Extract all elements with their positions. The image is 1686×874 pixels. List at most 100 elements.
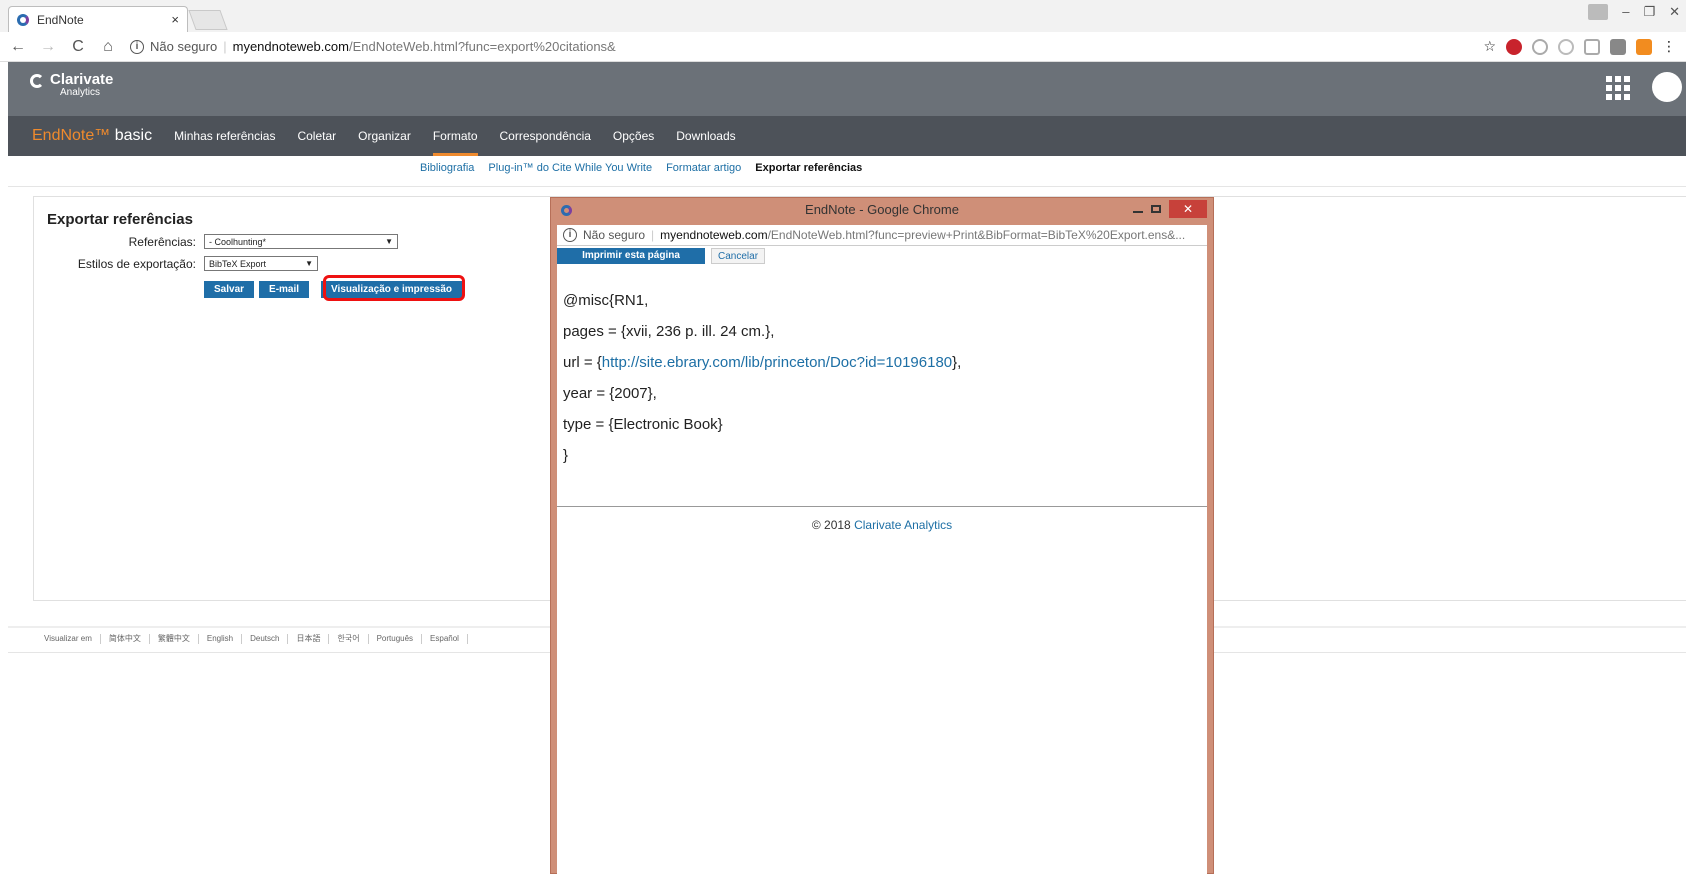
dropdown-arrow-icon: ▼ xyxy=(305,259,313,268)
popup-actions: Imprimir esta página Cancelar xyxy=(557,246,1207,264)
clarivate-logo[interactable]: Clarivate Analytics xyxy=(30,72,113,98)
address-bar[interactable]: i Não seguro | myendnoteweb.com/EndNoteW… xyxy=(130,39,1469,54)
export-style-value: BibTeX Export xyxy=(209,258,267,269)
clarivate-mark-icon xyxy=(30,74,44,88)
popup-window-controls: ✕ xyxy=(1133,200,1207,218)
extension-circle-icon[interactable] xyxy=(1532,38,1548,55)
cancel-button[interactable]: Cancelar xyxy=(711,248,766,264)
nav-format[interactable]: Formato xyxy=(432,116,478,156)
divider xyxy=(8,186,1686,187)
chrome-menu-icon[interactable]: ⋮ xyxy=(1662,38,1676,55)
language-link[interactable]: 繁體中文 xyxy=(158,633,190,644)
clarivate-link[interactable]: Clarivate Analytics xyxy=(854,518,952,532)
bibtex-line: pages = {xvii, 236 p. ill. 24 cm.}, xyxy=(563,323,775,340)
endnote-favicon-icon xyxy=(17,13,29,26)
popup-url-host: myendnoteweb.com xyxy=(660,228,768,242)
highlight-annotation xyxy=(323,275,465,301)
window-controls: – ❐ ✕ xyxy=(1588,4,1680,20)
popup-content: i Não seguro | myendnoteweb.com/EndNoteW… xyxy=(557,225,1207,874)
divider: | xyxy=(651,228,655,242)
bibtex-line: year = {2007}, xyxy=(563,385,657,402)
nav-collect[interactable]: Coletar xyxy=(297,116,336,156)
subnav-cwyw-plugin[interactable]: Plug-in™ do Cite While You Write xyxy=(488,162,652,174)
popup-url-path: /EndNoteWeb.html?func=preview+Print&BibF… xyxy=(767,228,1186,242)
extension-icons: ☆ ⋮ xyxy=(1483,38,1676,55)
security-label: Não seguro xyxy=(150,39,218,54)
extension-orange-icon[interactable] xyxy=(1636,38,1652,55)
new-tab-button[interactable] xyxy=(188,10,228,30)
browser-toolbar: ← → C ⌂ i Não seguro | myendnoteweb.com /… xyxy=(0,32,1686,62)
page-title: Exportar referências xyxy=(47,211,193,228)
copyright-text: © 2018 xyxy=(811,518,855,532)
endnote-edition: basic xyxy=(110,127,153,144)
nav-my-references[interactable]: Minhas referências xyxy=(174,116,275,156)
language-footer: Visualizar em 简体中文 繁體中文 English Deutsch … xyxy=(44,633,468,644)
url-path: /EndNoteWeb.html?func=export%20citations… xyxy=(348,39,616,54)
print-page-button[interactable]: Imprimir esta página xyxy=(557,248,705,264)
bibtex-url-suffix: }, xyxy=(952,354,962,371)
extension-flag-icon[interactable] xyxy=(1610,38,1626,55)
language-link[interactable]: Deutsch xyxy=(250,634,279,643)
pinterest-icon[interactable] xyxy=(1506,38,1522,55)
profile-icon[interactable] xyxy=(1588,4,1609,20)
popup-security-label: Não seguro xyxy=(583,228,646,242)
bibtex-url-link[interactable]: http://site.ebrary.com/lib/princeton/Doc… xyxy=(602,354,952,371)
subnav-format-paper[interactable]: Formatar artigo xyxy=(666,162,741,174)
close-window-icon[interactable]: ✕ xyxy=(1669,4,1680,20)
endnote-brand[interactable]: EndNote™ basic xyxy=(32,127,152,145)
info-icon[interactable]: i xyxy=(130,39,144,54)
brand-sub: Analytics xyxy=(60,87,101,98)
language-link[interactable]: 日本語 xyxy=(296,633,320,644)
tab-close-icon[interactable]: × xyxy=(171,12,179,27)
browser-tab[interactable]: EndNote × xyxy=(8,6,188,32)
extension-page-icon[interactable] xyxy=(1584,38,1600,55)
user-avatar-icon[interactable] xyxy=(1652,72,1682,102)
language-link[interactable]: Español xyxy=(430,634,459,643)
references-select[interactable]: - Coolhunting* ▼ xyxy=(204,234,398,249)
bibtex-line: } xyxy=(563,447,569,464)
popup-title: EndNote - Google Chrome xyxy=(805,202,959,217)
subnav-export-references[interactable]: Exportar referências xyxy=(755,162,862,174)
nav-match[interactable]: Correspondência xyxy=(500,116,591,156)
back-icon[interactable]: ← xyxy=(10,38,26,56)
nav-downloads[interactable]: Downloads xyxy=(676,116,735,156)
tab-title: EndNote xyxy=(37,12,84,27)
divider: | xyxy=(223,39,227,54)
reload-icon[interactable]: C xyxy=(70,38,86,56)
popup-close-icon[interactable]: ✕ xyxy=(1169,200,1207,218)
save-button[interactable]: Salvar xyxy=(204,281,255,298)
language-link[interactable]: Português xyxy=(377,634,413,643)
minimize-icon[interactable]: – xyxy=(1622,4,1629,20)
copyright: © 2018 Clarivate Analytics xyxy=(557,518,1207,532)
forward-icon[interactable]: → xyxy=(40,38,56,56)
endnote-logo-text: EndNote™ xyxy=(32,127,111,144)
nav-organize[interactable]: Organizar xyxy=(358,116,411,156)
email-button[interactable]: E-mail xyxy=(259,281,310,298)
popup-address-bar: i Não seguro | myendnoteweb.com/EndNoteW… xyxy=(557,225,1207,246)
references-value: - Coolhunting* xyxy=(209,236,267,247)
subnav-bibliography[interactable]: Bibliografia xyxy=(420,162,474,174)
bibtex-url-prefix: url = { xyxy=(563,354,602,371)
restore-icon[interactable]: ❐ xyxy=(1643,4,1655,20)
info-icon[interactable]: i xyxy=(563,228,577,242)
language-link[interactable]: English xyxy=(207,634,233,643)
references-label: Referências: xyxy=(128,234,196,249)
language-link[interactable]: 한국어 xyxy=(337,633,359,644)
endnote-menu: Minhas referências Coletar Organizar For… xyxy=(174,116,736,156)
language-link[interactable]: 简体中文 xyxy=(109,633,141,644)
popup-minimize-icon[interactable] xyxy=(1133,211,1143,213)
extension-gear-icon[interactable] xyxy=(1558,38,1574,55)
home-icon[interactable]: ⌂ xyxy=(100,38,116,56)
popup-maximize-icon[interactable] xyxy=(1151,205,1161,213)
export-style-select[interactable]: BibTeX Export ▼ xyxy=(204,256,318,271)
bibtex-output: @misc{RN1, pages = {xvii, 236 p. ill. 24… xyxy=(563,285,961,471)
url-host: myendnoteweb.com xyxy=(232,39,349,54)
bibtex-line: @misc{RN1, xyxy=(563,292,649,309)
browser-tab-strip: EndNote × – ❐ ✕ xyxy=(0,0,1686,32)
print-preview-window: EndNote - Google Chrome ✕ i Não seguro |… xyxy=(550,197,1214,874)
bibtex-line: type = {Electronic Book} xyxy=(563,416,723,433)
nav-options[interactable]: Opções xyxy=(613,116,654,156)
apps-grid-icon[interactable] xyxy=(1606,76,1630,100)
endnote-nav: EndNote™ basic Minhas referências Coleta… xyxy=(8,116,1686,156)
bookmark-star-icon[interactable]: ☆ xyxy=(1483,38,1496,55)
